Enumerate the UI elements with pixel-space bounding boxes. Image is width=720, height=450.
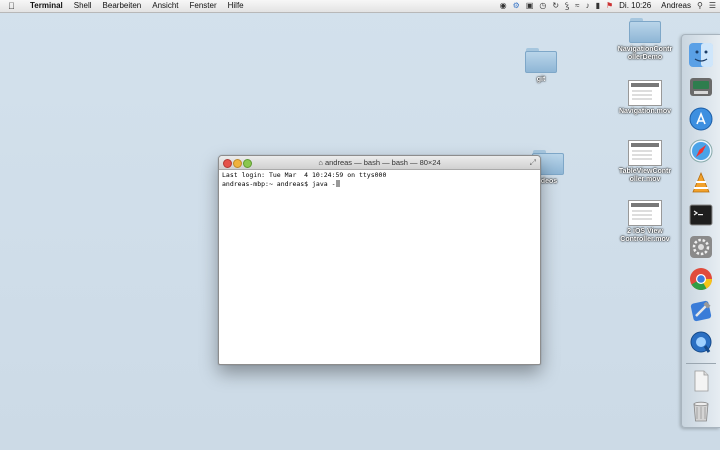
vlc-icon [692,171,710,193]
dock-item-system-preferences[interactable] [686,233,716,261]
volume-icon[interactable]: ♪ [586,0,590,12]
dock-item-safari[interactable] [686,137,716,165]
desktop-icon-label: NavigationContr ollerDemo [617,46,673,61]
notification-list-icon[interactable]: ☰ [709,0,716,12]
desktop-icon-label: git [536,76,546,83]
dock-item-xcode[interactable] [686,297,716,325]
bluetooth-icon[interactable]: ꝣ [565,0,569,12]
status-menus: ◉ ⚙ ▣ ◷ ↻ ꝣ ≈ ♪ ▮ ⚑ Di. 10:26 Andreas ⚲ … [494,0,716,12]
menu-bar:  Terminal Shell Bearbeiten Ansicht Fens… [0,0,720,13]
dock-item-app-store[interactable] [686,105,716,133]
spotlight-search-icon[interactable]: ⚲ [697,0,703,12]
desktop-folder-navigationcontrollerdemo[interactable]: NavigationContr ollerDemo [612,18,678,62]
window-titlebar[interactable]: ⌂ andreas — bash — bash — 80×24 ⤢ [219,156,540,170]
apple-menu-icon[interactable]:  [8,0,18,12]
record-icon[interactable]: ◉ [500,0,507,12]
desktop-icon-label: TableViewContr oller.mov [618,168,672,183]
movie-thumbnail-icon [628,140,662,166]
clock-icon[interactable]: ◷ [539,0,546,12]
automator-icon [690,78,712,96]
document-icon [694,370,709,392]
menu-ansicht[interactable]: Ansicht [152,0,178,12]
chrome-icon [690,268,712,290]
finder-icon [689,43,713,67]
dock [681,34,720,428]
flag-icon[interactable]: ⚑ [606,0,613,12]
terminal-prompt-line: andreas-mbp:~ andreas$ java - [222,179,537,189]
sync-icon[interactable]: ↻ [552,0,559,12]
trash-icon [693,401,709,422]
gear-icon[interactable]: ⚙ [513,0,520,12]
menu-app-terminal[interactable]: Terminal [30,0,63,12]
desktop-folder-git[interactable]: git [518,48,564,84]
menu-user[interactable]: Andreas [661,0,691,12]
safari-icon [689,139,713,163]
movie-thumbnail-icon [628,80,662,106]
desktop-movie-ios-view-controller[interactable]: 2 iOS View Controller.mov [612,200,678,244]
terminal-line: Last login: Tue Mar 4 10:24:59 on ttys00… [222,171,387,179]
menu-bearbeiten[interactable]: Bearbeiten [103,0,142,12]
dock-item-document[interactable] [686,367,716,395]
dock-item-chrome[interactable] [686,265,716,293]
dock-item-finder[interactable] [686,41,716,69]
app-store-icon [689,107,713,131]
wifi-icon[interactable]: ≈ [575,0,579,12]
menu-hilfe[interactable]: Hilfe [228,0,244,12]
system-preferences-icon [690,236,712,258]
dock-item-automator[interactable] [686,73,716,101]
screen-icon[interactable]: ▣ [526,0,534,12]
xcode-icon [690,300,712,322]
folder-icon [629,18,661,44]
dock-item-vlc[interactable] [686,169,716,197]
quicktime-icon [690,331,712,353]
terminal-content[interactable]: Last login: Tue Mar 4 10:24:59 on ttys00… [219,170,540,190]
text-cursor [335,179,340,187]
window-title: ⌂ andreas — bash — bash — 80×24 [318,158,441,167]
menu-clock[interactable]: Di. 10:26 [619,0,651,12]
terminal-icon [689,204,713,226]
folder-icon [525,48,557,74]
desktop-icon-label: Navigation.mov [618,108,672,115]
menu-shell[interactable]: Shell [74,0,92,12]
desktop-icon-label: 2 iOS View Controller.mov [620,228,670,243]
dock-item-trash[interactable] [686,397,716,425]
dock-separator [686,363,716,364]
desktop-movie-tableviewcontroller[interactable]: TableViewContr oller.mov [612,140,678,184]
dock-item-quicktime[interactable] [686,329,716,357]
home-folder-icon: ⌂ [318,158,323,167]
dock-item-terminal[interactable] [686,201,716,229]
movie-thumbnail-icon [628,200,662,226]
menu-fenster[interactable]: Fenster [189,0,216,12]
desktop-movie-navigation[interactable]: Navigation.mov [612,80,678,116]
terminal-window[interactable]: ⌂ andreas — bash — bash — 80×24 ⤢ Last l… [218,155,541,365]
fullscreen-icon[interactable]: ⤢ [530,158,536,167]
battery-icon[interactable]: ▮ [596,0,600,12]
